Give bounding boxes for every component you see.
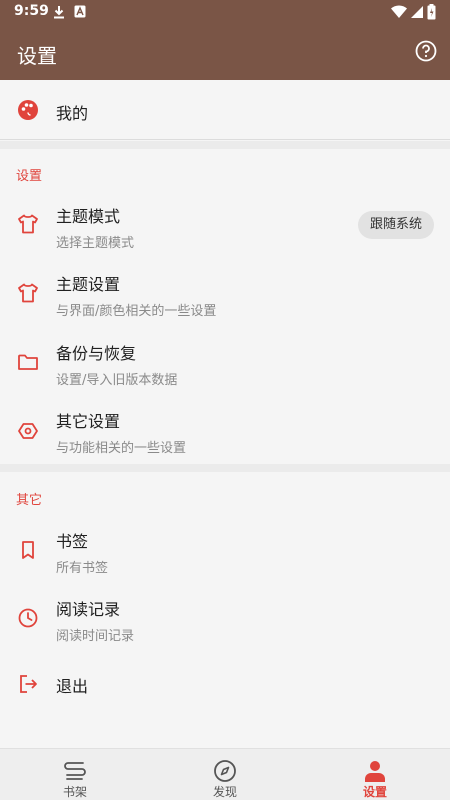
theme-settings-title: 主题设置 (56, 275, 121, 294)
my-label: 我的 (56, 104, 89, 123)
app-notification-icon (74, 5, 86, 18)
hexagon-settings-icon (18, 423, 38, 439)
backup-restore-row[interactable]: 备份与恢复 设置/导入旧版本数据 (0, 327, 450, 395)
bookmarks-row[interactable]: 书签 所有书签 (0, 516, 450, 584)
wifi-icon (391, 5, 407, 18)
other-settings-row[interactable]: 其它设置 与功能相关的一些设置 (0, 396, 450, 464)
status-bar: 9:59 (0, 0, 450, 24)
theme-settings-row[interactable]: 主题设置 与界面/颜色相关的一些设置 (0, 259, 450, 327)
reading-history-title: 阅读记录 (56, 600, 121, 619)
bookmarks-title: 书签 (56, 532, 89, 551)
bookmark-icon (22, 541, 34, 559)
section-divider (0, 464, 450, 472)
compass-icon (214, 760, 236, 782)
page-title: 设置 (17, 44, 57, 68)
status-time: 9:59 (14, 3, 49, 19)
battery-icon (427, 4, 436, 20)
logout-icon (20, 675, 37, 693)
logout-row[interactable]: 退出 (0, 656, 450, 712)
theme-mode-title: 主题模式 (56, 207, 121, 226)
other-settings-title: 其它设置 (56, 412, 121, 431)
shirt-icon (18, 283, 38, 303)
folder-icon (18, 354, 38, 370)
section-header-settings: 设置 (16, 169, 43, 184)
theme-mode-row[interactable]: 主题模式 选择主题模式 跟随系统 (0, 190, 450, 258)
palette-icon (18, 100, 38, 120)
nav-tab-bookshelf[interactable]: 书架 (0, 749, 150, 800)
bookmarks-subtitle: 所有书签 (56, 561, 109, 576)
bottom-navigation: 书架 发现 设置 (0, 748, 450, 800)
shirt-icon (18, 214, 38, 234)
clock-icon (18, 608, 38, 628)
backup-restore-subtitle: 设置/导入旧版本数据 (56, 373, 178, 388)
download-icon (54, 6, 64, 19)
reading-history-row[interactable]: 阅读记录 阅读时间记录 (0, 584, 450, 652)
theme-mode-value-chip[interactable]: 跟随系统 (357, 211, 434, 239)
section-header-other: 其它 (16, 493, 43, 508)
reading-history-subtitle: 阅读时间记录 (56, 629, 135, 644)
nav-label-settings: 设置 (362, 785, 387, 799)
section-divider (0, 141, 450, 149)
nav-label-bookshelf: 书架 (62, 785, 87, 799)
theme-settings-subtitle: 与界面/颜色相关的一些设置 (56, 304, 217, 319)
help-icon[interactable] (415, 40, 437, 62)
bookshelf-icon (64, 762, 86, 780)
cell-signal-icon (411, 6, 423, 18)
nav-label-discover: 发现 (212, 785, 237, 799)
backup-restore-title: 备份与恢复 (56, 344, 137, 363)
nav-tab-settings[interactable]: 设置 (300, 749, 450, 800)
app-bar: 设置 (0, 24, 450, 80)
my-row[interactable]: 我的 (0, 80, 450, 140)
logout-title: 退出 (56, 677, 89, 696)
other-settings-subtitle: 与功能相关的一些设置 (56, 441, 187, 456)
nav-tab-discover[interactable]: 发现 (150, 749, 300, 800)
theme-mode-subtitle: 选择主题模式 (56, 236, 135, 251)
person-icon (365, 761, 385, 782)
